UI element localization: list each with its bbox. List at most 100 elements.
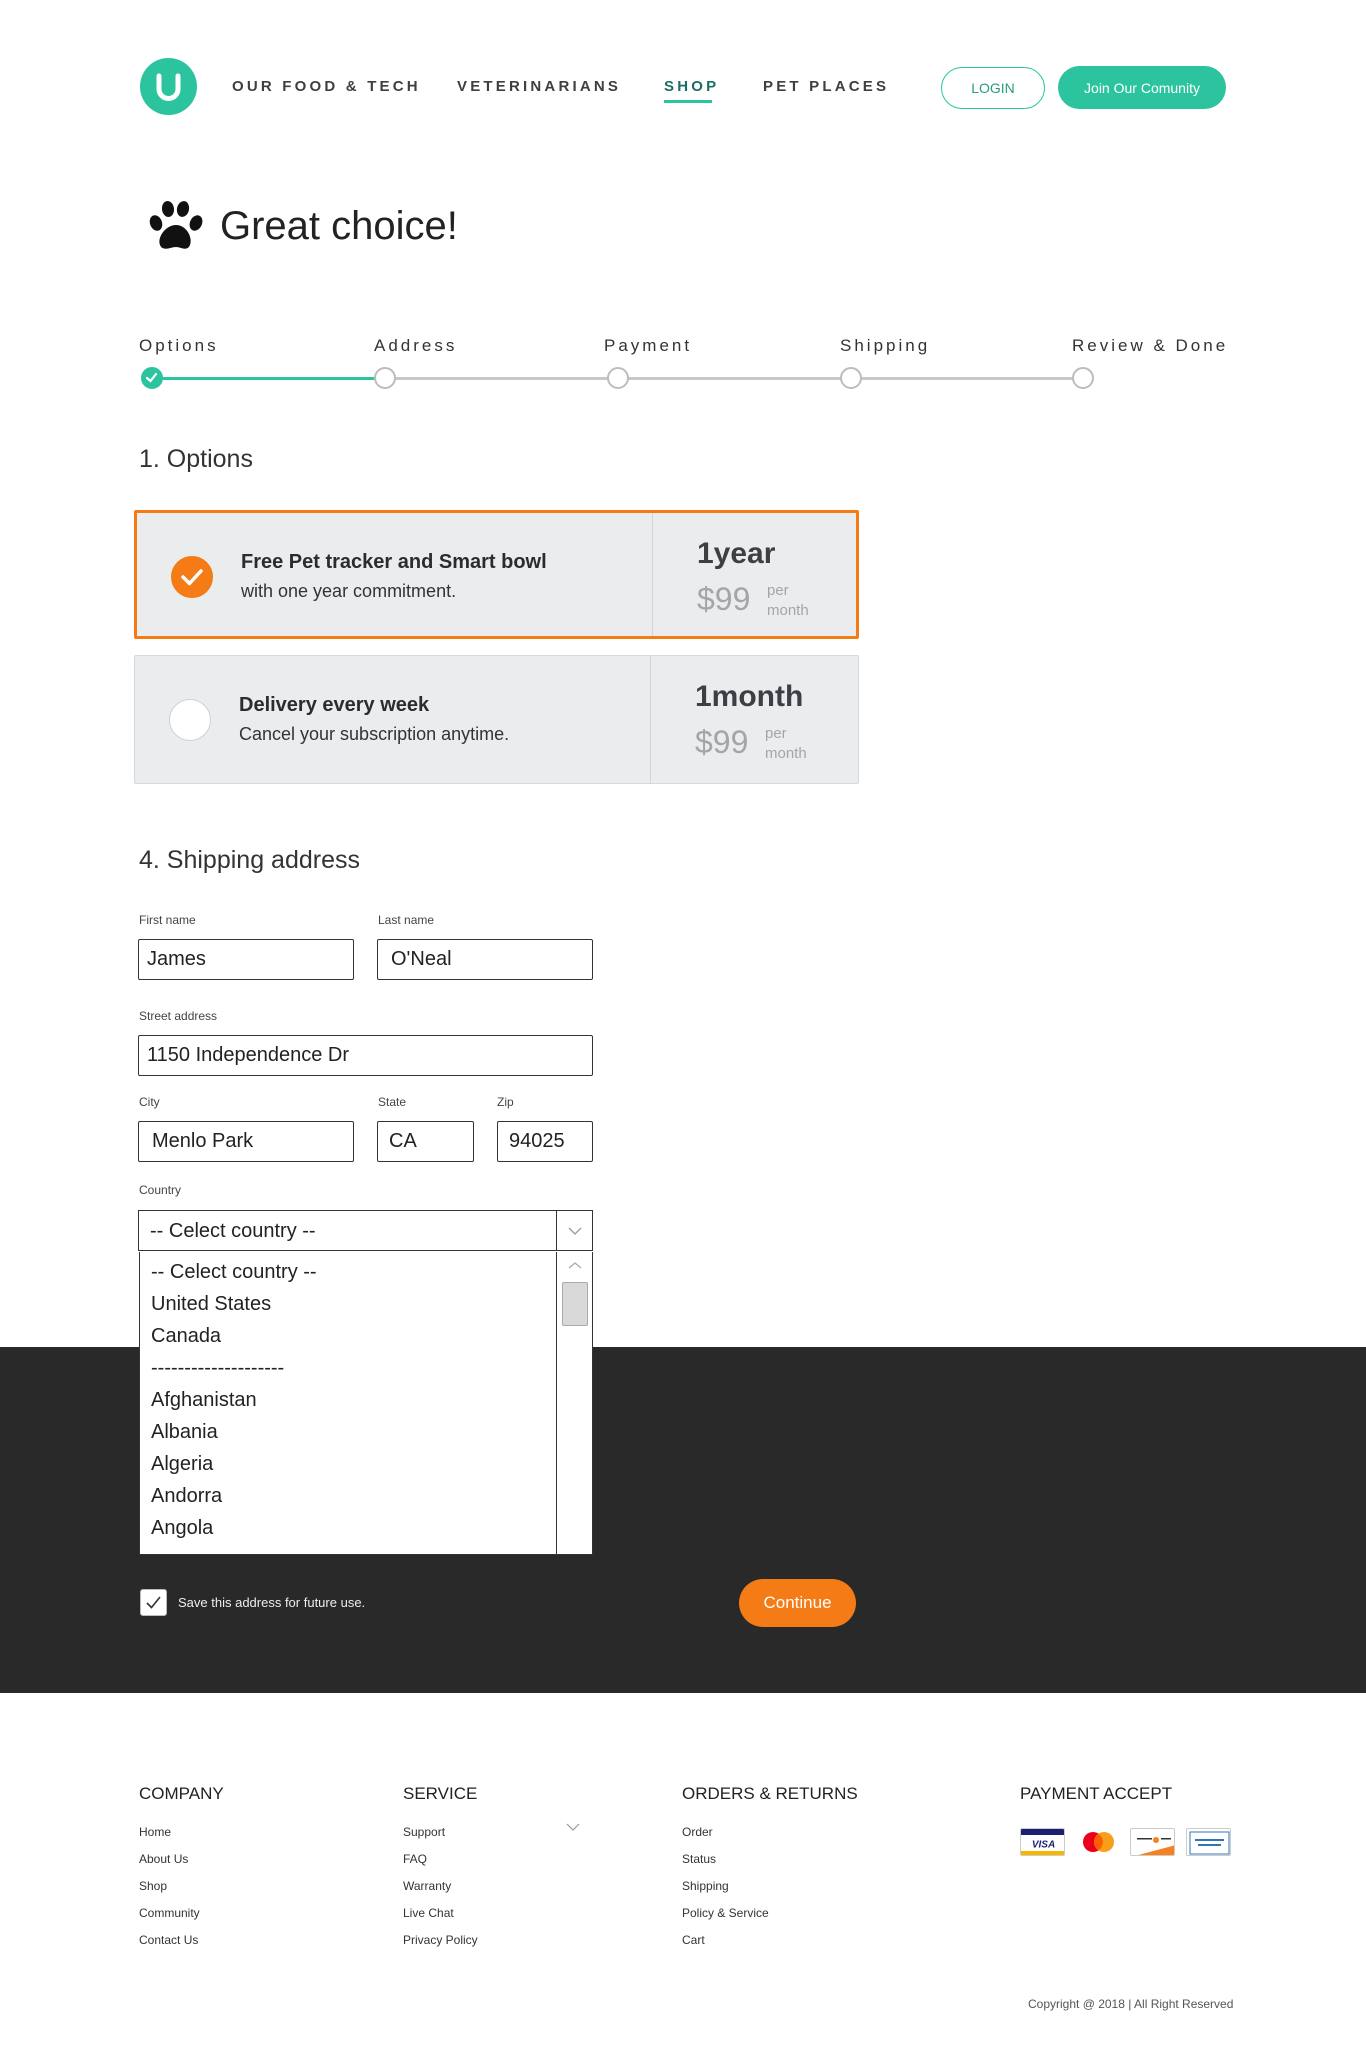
options-section-title: 1. Options bbox=[139, 445, 253, 473]
state-label: State bbox=[378, 1095, 407, 1109]
country-option[interactable]: Algeria bbox=[151, 1453, 213, 1476]
country-dropdown-list[interactable]: -- Celect country -- United States Canad… bbox=[139, 1252, 593, 1555]
country-option[interactable]: -- Celect country -- bbox=[151, 1261, 317, 1284]
option-divider bbox=[652, 513, 653, 636]
join-community-button[interactable]: Join Our Comunity bbox=[1058, 66, 1226, 109]
step-label-payment: Payment bbox=[604, 336, 693, 355]
country-option[interactable]: Angola bbox=[151, 1517, 213, 1540]
login-button[interactable]: LOGIN bbox=[941, 67, 1045, 109]
footer-link-shipping[interactable]: Shipping bbox=[682, 1879, 729, 1893]
scroll-up-icon[interactable] bbox=[557, 1256, 593, 1276]
first-name-label: First name bbox=[139, 913, 196, 927]
footer-link-faq[interactable]: FAQ bbox=[403, 1852, 427, 1866]
brand-logo[interactable] bbox=[140, 58, 197, 115]
footer-link-about[interactable]: About Us bbox=[139, 1852, 188, 1866]
american-express-icon bbox=[1186, 1828, 1231, 1856]
footer-link-order[interactable]: Order bbox=[682, 1825, 713, 1839]
country-option[interactable]: Andorra bbox=[151, 1485, 222, 1508]
footer-link-support[interactable]: Support bbox=[403, 1825, 445, 1839]
scrollbar-thumb[interactable] bbox=[562, 1282, 588, 1326]
dropdown-toggle[interactable] bbox=[556, 1211, 592, 1250]
country-option[interactable]: Canada bbox=[151, 1325, 221, 1348]
step-dot-review[interactable] bbox=[1072, 367, 1094, 389]
option-term: 1month bbox=[695, 680, 804, 713]
first-name-field[interactable]: James bbox=[138, 939, 354, 980]
shipping-section-title: 4. Shipping address bbox=[139, 846, 360, 874]
progress-track-done bbox=[152, 377, 384, 380]
last-name-field[interactable]: O'Neal bbox=[377, 939, 593, 980]
footer-link-status[interactable]: Status bbox=[682, 1852, 716, 1866]
option-price: $99 bbox=[697, 581, 751, 617]
step-label-options: Options bbox=[139, 336, 219, 355]
city-label: City bbox=[139, 1095, 160, 1109]
footer-link-warranty[interactable]: Warranty bbox=[403, 1879, 451, 1893]
footer-link-community[interactable]: Community bbox=[139, 1906, 200, 1920]
nav-pet-places[interactable]: PET PLACES bbox=[763, 78, 889, 95]
option-card-1month[interactable]: Delivery every week Cancel your subscrip… bbox=[134, 655, 859, 784]
logo-u-icon bbox=[156, 73, 181, 101]
progress-track bbox=[384, 377, 1084, 380]
last-name-label: Last name bbox=[378, 913, 435, 927]
country-select[interactable]: -- Celect country -- bbox=[138, 1210, 593, 1251]
option-radio-unchecked[interactable] bbox=[169, 699, 211, 741]
option-subtitle: with one year commitment. bbox=[241, 581, 457, 601]
footer-link-privacy[interactable]: Privacy Policy bbox=[403, 1933, 478, 1947]
nav-veterinarians[interactable]: VETERINARIANS bbox=[457, 78, 621, 95]
zip-field[interactable]: 94025 bbox=[497, 1121, 593, 1162]
nav-active-indicator bbox=[664, 100, 712, 103]
option-divider bbox=[650, 656, 651, 783]
copyright-text: Copyright @ 2018 | All Right Reserved bbox=[1028, 1997, 1234, 2011]
option-price-unit: per month bbox=[767, 582, 809, 619]
footer-link-home[interactable]: Home bbox=[139, 1825, 171, 1839]
chevron-down-icon bbox=[568, 1227, 582, 1235]
street-field[interactable]: 1150 Independence Dr bbox=[138, 1035, 593, 1076]
country-select-value: -- Celect country -- bbox=[150, 1220, 316, 1242]
svg-text:VISA: VISA bbox=[1032, 1840, 1055, 1851]
mastercard-icon bbox=[1076, 1828, 1121, 1856]
step-label-shipping: Shipping bbox=[840, 336, 931, 355]
step-label-review: Review & Done bbox=[1072, 336, 1229, 355]
visa-card-icon: VISA bbox=[1020, 1828, 1065, 1856]
footer-link-policy[interactable]: Policy & Service bbox=[682, 1906, 769, 1920]
page-title: Great choice! bbox=[220, 204, 458, 248]
nav-shop[interactable]: SHOP bbox=[664, 78, 719, 95]
discover-card-icon bbox=[1130, 1828, 1175, 1856]
footer-orders-title: ORDERS & RETURNS bbox=[682, 1784, 858, 1803]
city-field[interactable]: Menlo Park bbox=[138, 1121, 354, 1162]
step-dot-address[interactable] bbox=[374, 367, 396, 389]
footer-service-title: SERVICE bbox=[403, 1784, 478, 1803]
option-term: 1year bbox=[697, 537, 776, 570]
step-dot-shipping[interactable] bbox=[840, 367, 862, 389]
footer-link-shop[interactable]: Shop bbox=[139, 1879, 167, 1893]
footer-payment-title: PAYMENT ACCEPT bbox=[1020, 1784, 1173, 1803]
zip-label: Zip bbox=[497, 1095, 514, 1109]
check-icon bbox=[146, 1596, 161, 1609]
step-label-address: Address bbox=[374, 336, 458, 355]
footer-link-contact[interactable]: Contact Us bbox=[139, 1933, 198, 1947]
step-dot-options[interactable] bbox=[141, 367, 163, 389]
save-address-checkbox[interactable] bbox=[140, 1589, 167, 1616]
continue-button[interactable]: Continue bbox=[739, 1579, 856, 1627]
option-card-1year[interactable]: Free Pet tracker and Smart bowl with one… bbox=[134, 510, 859, 639]
option-subtitle: Cancel your subscription anytime. bbox=[239, 724, 510, 744]
nav-food-tech[interactable]: OUR FOOD & TECH bbox=[232, 78, 421, 95]
footer-link-cart[interactable]: Cart bbox=[682, 1933, 705, 1947]
footer-link-live-chat[interactable]: Live Chat bbox=[403, 1906, 454, 1920]
street-label: Street address bbox=[139, 1009, 218, 1023]
step-dot-payment[interactable] bbox=[607, 367, 629, 389]
option-title: Delivery every week bbox=[239, 694, 430, 716]
option-radio-checked[interactable] bbox=[171, 556, 213, 598]
option-price-unit: per month bbox=[765, 725, 807, 762]
dropdown-scrollbar[interactable] bbox=[556, 1252, 592, 1554]
check-icon bbox=[145, 372, 158, 383]
country-option[interactable]: Albania bbox=[151, 1421, 218, 1444]
country-option-separator: -------------------- bbox=[151, 1357, 285, 1379]
state-field[interactable]: CA bbox=[377, 1121, 474, 1162]
country-option[interactable]: Afghanistan bbox=[151, 1389, 257, 1412]
save-address-label: Save this address for future use. bbox=[178, 1595, 366, 1610]
country-label: Country bbox=[139, 1183, 182, 1197]
option-title: Free Pet tracker and Smart bowl bbox=[241, 551, 547, 573]
option-price: $99 bbox=[695, 724, 749, 760]
footer-company-title: COMPANY bbox=[139, 1784, 224, 1803]
country-option[interactable]: United States bbox=[151, 1293, 271, 1316]
